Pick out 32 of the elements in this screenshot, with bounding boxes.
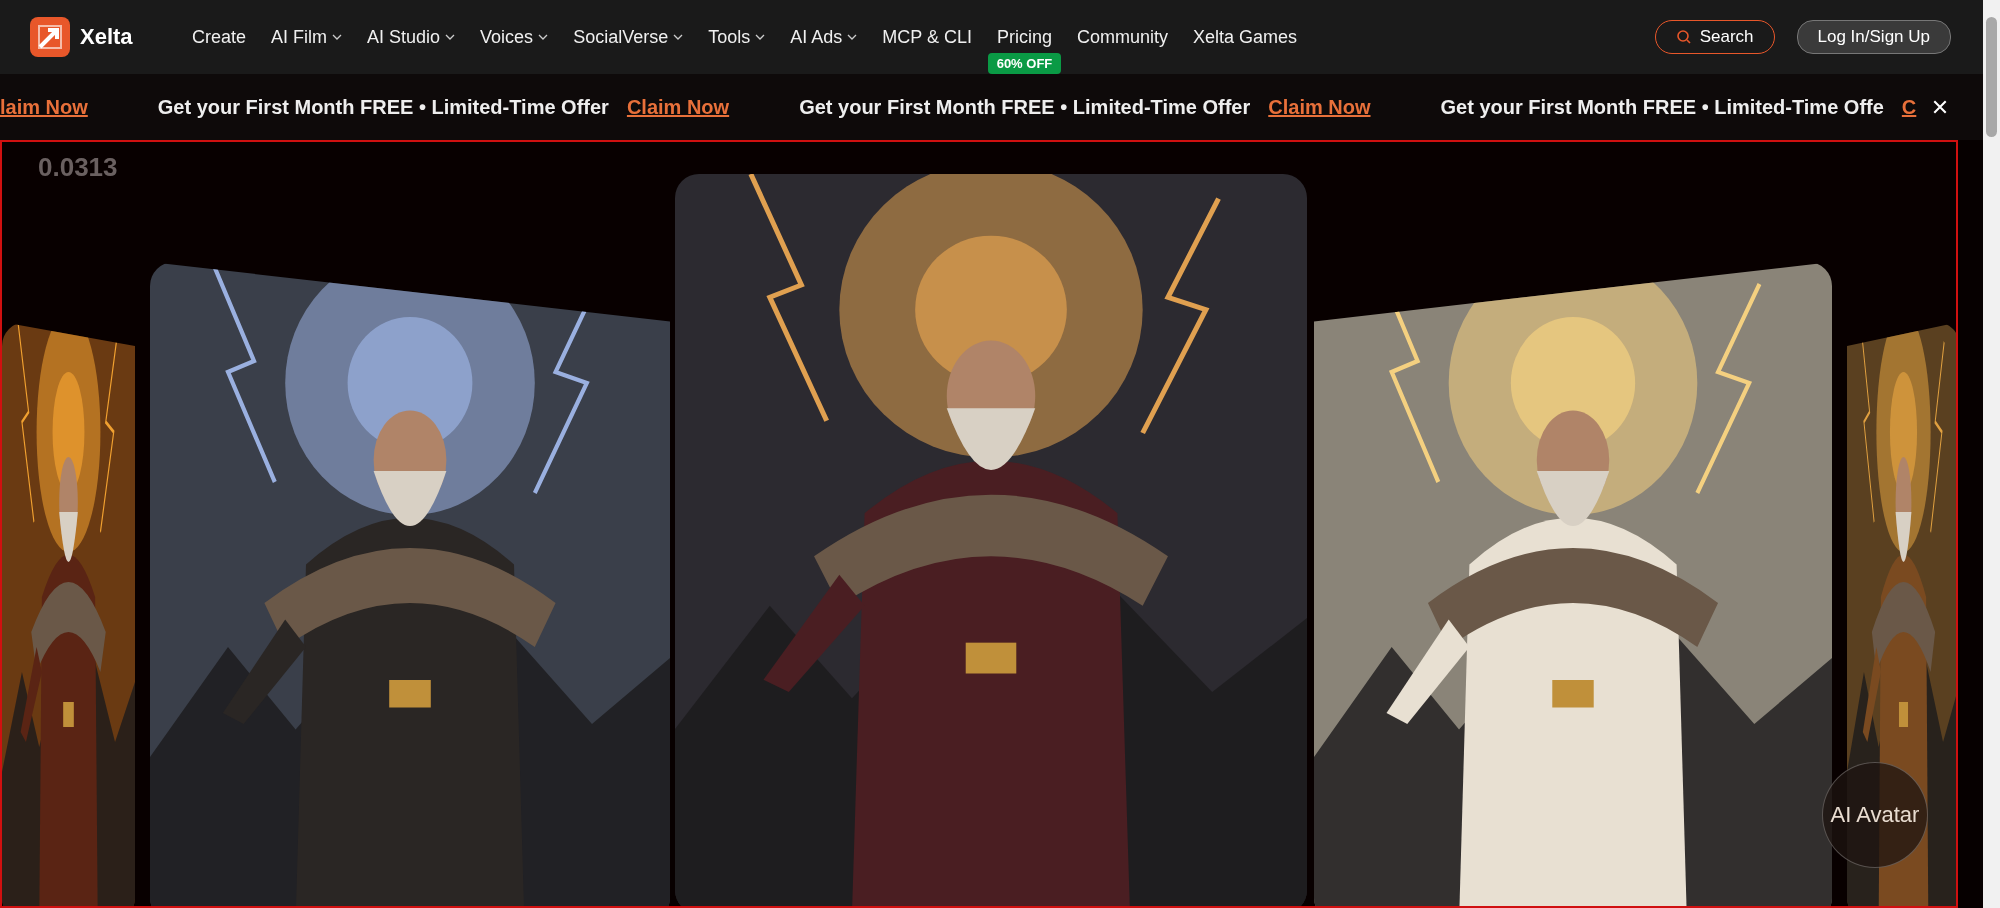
logo-icon[interactable] <box>30 17 70 57</box>
chevron-down-icon <box>755 34 766 40</box>
claim-link[interactable]: C <box>1901 95 1917 119</box>
chevron-down-icon <box>332 34 343 40</box>
nav-link[interactable]: Voices <box>480 26 549 48</box>
nav-link[interactable]: AI Ads <box>790 26 858 48</box>
chevron-down-icon <box>445 34 456 40</box>
nav-link[interactable]: MCP & CLI <box>882 26 972 48</box>
discount-badge: 60% OFF <box>987 52 1062 74</box>
offer-text: Get your First Month FREE • Limited-Time Offer <box>799 95 1251 119</box>
claim-link[interactable]: laim Now <box>0 95 88 119</box>
chevron-down-icon <box>538 34 549 40</box>
counter-text: 0.0313 <box>38 152 118 183</box>
offer-text: Get your First Month FREE • Limited-Time Offe <box>1440 95 1884 119</box>
nav-link[interactable]: Community <box>1077 26 1168 48</box>
offer-text: Get your First Month FREE • Limited-Time Offer <box>157 95 609 119</box>
close-icon[interactable] <box>1932 99 1948 115</box>
nav-link[interactable]: AI Studio <box>367 26 456 48</box>
chevron-down-icon <box>847 34 858 40</box>
claim-link[interactable]: Claim Now <box>626 95 730 119</box>
brand-name[interactable]: Xelta <box>80 24 133 50</box>
chevron-down-icon <box>673 34 684 40</box>
scrollbar[interactable] <box>1983 0 2000 908</box>
claim-link[interactable]: Claim Now <box>1268 95 1371 119</box>
nav-link[interactable]: Xelta Games <box>1193 26 1298 48</box>
nav-link[interactable]: Tools <box>708 26 766 48</box>
login-button[interactable]: Log In/Sign Up <box>1796 20 1951 54</box>
nav-link[interactable]: SocialVerse <box>573 26 684 48</box>
nav-link[interactable]: Pricing <box>996 26 1052 48</box>
nav-link[interactable]: Create <box>192 26 247 48</box>
search-icon <box>1675 29 1692 45</box>
nav-link[interactable]: AI Film <box>271 26 343 48</box>
